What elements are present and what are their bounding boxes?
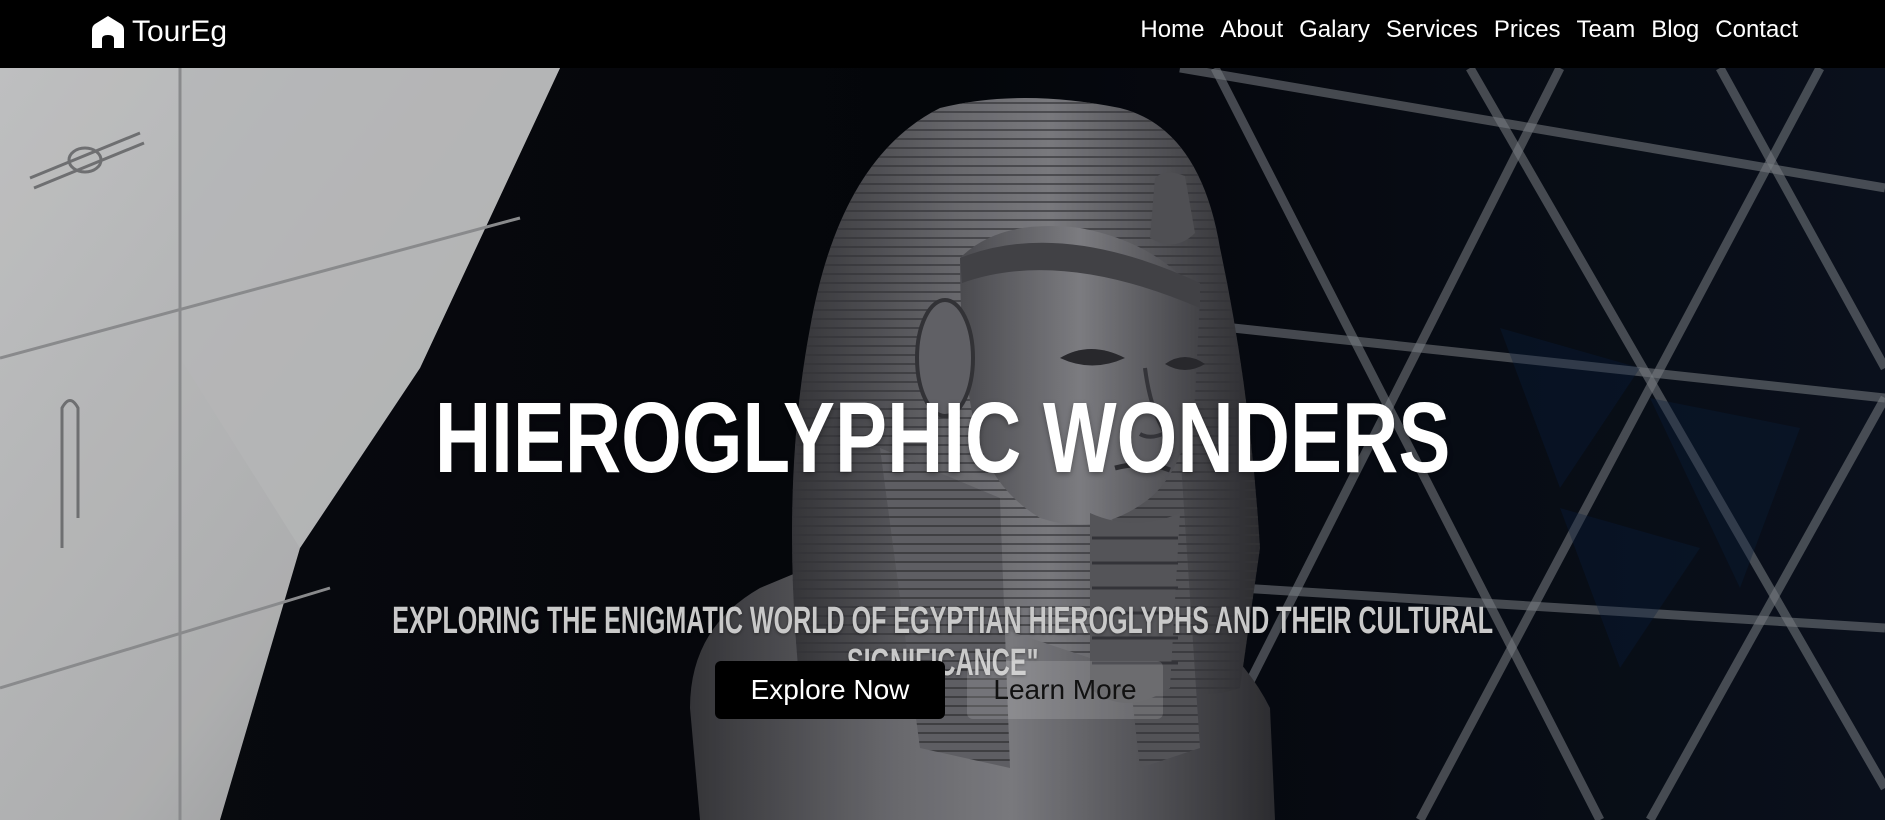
- nav-link-services[interactable]: Services: [1378, 18, 1486, 42]
- house-icon: [92, 16, 124, 48]
- hero-section: HIEROGLYPHIC WONDERS EXPLORING THE ENIGM…: [0, 68, 1885, 820]
- hero-title: HIEROGLYPHIC WONDERS: [434, 382, 1451, 494]
- brand-logo-link[interactable]: TourEg: [90, 14, 227, 50]
- navbar: TourEg Home About Galary Services Prices…: [0, 0, 1885, 68]
- learn-more-button[interactable]: Learn More: [967, 661, 1163, 719]
- nav-link-prices[interactable]: Prices: [1486, 18, 1569, 42]
- hero-actions: Explore Now Learn More: [715, 661, 1163, 719]
- brand-name: TourEg: [132, 15, 228, 48]
- nav-link-team[interactable]: Team: [1569, 18, 1644, 42]
- nav-link-blog[interactable]: Blog: [1643, 18, 1707, 42]
- explore-now-button[interactable]: Explore Now: [715, 661, 945, 719]
- main-nav: Home About Galary Services Prices Team B…: [1132, 14, 1798, 46]
- nav-link-home[interactable]: Home: [1132, 18, 1212, 42]
- nav-link-contact[interactable]: Contact: [1707, 18, 1798, 42]
- nav-link-galary[interactable]: Galary: [1291, 18, 1378, 42]
- nav-link-about[interactable]: About: [1212, 18, 1291, 42]
